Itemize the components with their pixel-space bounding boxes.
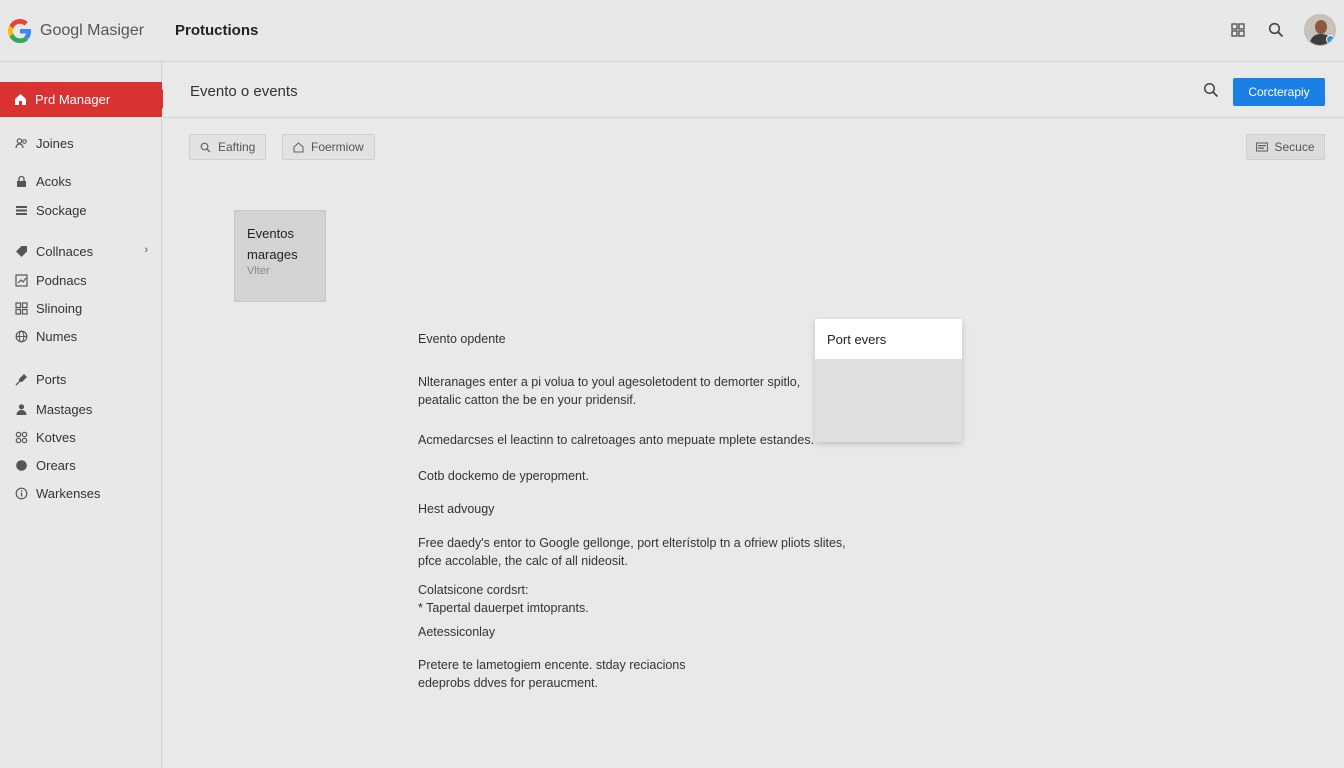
sidebar-item-mastages[interactable]: Mastages <box>0 397 162 421</box>
chart-icon <box>15 273 28 287</box>
main-panel: Evento o events Corcterapiy Eafting Foer… <box>163 62 1344 768</box>
sidebar-item-joines[interactable]: Joines <box>0 131 162 155</box>
section-title: Evento o events <box>190 83 298 100</box>
person-icon <box>15 403 28 416</box>
content-line: * Tapertal dauerpet imtoprants. <box>418 601 589 615</box>
sidebar-item-label: Prd Manager <box>35 92 111 107</box>
content-line: Colatsicone cordsrt: <box>418 583 529 597</box>
section-header: Evento o events Corcterapiy <box>163 62 1344 118</box>
sidebar-item-label: Mastages <box>36 401 93 417</box>
content-line: Nlteranages enter a pi volua to youl age… <box>418 375 801 389</box>
sidebar-item-numes[interactable]: Numes <box>0 324 162 348</box>
sidebar-item-label: Warkenses <box>36 485 101 501</box>
content-line: Cotb dockemo de yperopment. <box>418 469 589 483</box>
sidebar-item-collnaces[interactable]: Collnaces › <box>0 239 162 263</box>
chip-label: Foermiow <box>311 140 364 154</box>
sidebar-item-slinoing[interactable]: Slinoing <box>0 296 162 320</box>
sidebar-item-label: Kotves <box>36 429 76 445</box>
home-icon <box>15 94 26 105</box>
content-line: peatalic catton the be en your pridensif… <box>418 393 637 407</box>
primary-action-button[interactable]: Corcterapiy <box>1233 78 1325 106</box>
filter-chip-eafting[interactable]: Eafting <box>189 134 267 160</box>
content-line: Aetessiconlay <box>418 625 496 639</box>
apps-icon <box>15 431 28 444</box>
sidebar-item-label: Orears <box>36 457 76 473</box>
sidebar-item-label: Joines <box>36 135 74 151</box>
folder-icon <box>1256 142 1269 152</box>
content-line: Acmedarcses el leactinn to calretoages a… <box>418 433 815 447</box>
content-line: pfce accolable, the calc of all nideosit… <box>418 554 628 568</box>
list-icon <box>15 204 28 217</box>
page-title: Protuctions <box>175 22 259 39</box>
brand[interactable]: Googl Masiger <box>8 18 144 44</box>
content-line: Pretere te lametogiem encente. stday rec… <box>418 658 686 672</box>
people-icon <box>15 137 28 150</box>
lock-icon <box>15 175 28 188</box>
tag-icon <box>15 245 28 258</box>
sidebar-item-kotves[interactable]: Kotves <box>0 425 162 449</box>
avatar[interactable] <box>1304 14 1336 46</box>
pin-icon <box>15 373 28 386</box>
content-line: Free daedy's entor to Google gellonge, p… <box>418 536 846 550</box>
popup-menu-item[interactable]: Port evers <box>815 319 962 359</box>
sidebar-item-sockage[interactable]: Sockage <box>0 198 162 222</box>
chevron-right-icon: › <box>144 244 148 256</box>
circle-icon <box>15 459 28 472</box>
content-line: Hest advougy <box>418 502 495 516</box>
info-icon <box>15 487 28 500</box>
sidebar-item-label: Slinoing <box>36 300 83 316</box>
top-icons <box>1228 14 1336 46</box>
search-icon <box>200 142 211 152</box>
secondary-button[interactable]: Secuce <box>1246 134 1325 160</box>
filter-chip-foermiow[interactable]: Foermiow <box>282 134 375 160</box>
card-subtitle: Vlter <box>247 265 270 277</box>
sidebar: Prd Manager Joines Acoks Sockage Collnac… <box>0 62 172 768</box>
sidebar-item-label: Acoks <box>36 173 72 189</box>
search-icon[interactable] <box>1203 82 1221 100</box>
sidebar-item-prd-manager[interactable]: Prd Manager <box>0 82 172 117</box>
sidebar-item-label: Podnacs <box>36 272 87 288</box>
sidebar-item-label: Numes <box>36 328 78 344</box>
top-bar: Googl Masiger Protuctions <box>0 0 1344 62</box>
chip-label: Eafting <box>218 140 256 154</box>
event-card[interactable]: Eventos marages Vlter <box>234 210 326 302</box>
sidebar-item-label: Ports <box>36 371 67 387</box>
secondary-button-label: Secuce <box>1274 140 1315 154</box>
google-logo-icon <box>8 19 32 43</box>
sidebar-item-podnacs[interactable]: Podnacs <box>0 268 162 292</box>
apps-grid-icon[interactable] <box>1228 20 1248 40</box>
grid-icon <box>15 301 28 315</box>
search-icon[interactable] <box>1266 20 1286 40</box>
content-line: edeprobs ddves for peraucment. <box>418 676 598 690</box>
sidebar-item-warkenses[interactable]: Warkenses <box>0 481 162 505</box>
sidebar-item-label: Sockage <box>36 202 87 218</box>
globe-icon <box>15 330 28 343</box>
sidebar-item-ports[interactable]: Ports <box>0 367 162 391</box>
home-icon <box>293 141 304 153</box>
card-title: Eventos marages <box>247 226 298 262</box>
status-dot-icon <box>1326 35 1335 44</box>
sidebar-item-label: Collnaces <box>36 243 94 259</box>
popup-menu: Port evers <box>815 319 962 442</box>
brand-name: Googl Masiger <box>40 22 145 39</box>
content-heading: Evento opdente <box>418 332 506 346</box>
sidebar-item-acoks[interactable]: Acoks <box>0 169 162 193</box>
sidebar-item-orears[interactable]: Orears <box>0 453 162 477</box>
